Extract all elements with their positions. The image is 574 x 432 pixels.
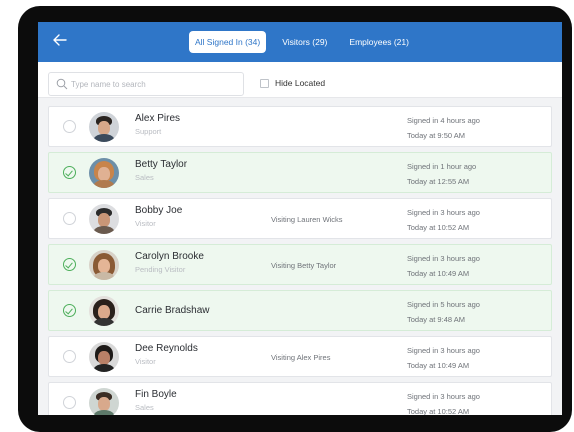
select-radio[interactable] [63,120,76,133]
person-role: Pending Visitor [135,265,186,274]
person-role: Visitor [135,357,156,366]
person-role: Sales [135,173,154,182]
tab-visitors[interactable]: Visitors (29) [276,31,333,53]
check-circle-icon[interactable] [63,258,76,271]
signed-in-time: Today at 10:52 AM [407,223,470,232]
signed-in-time: Today at 9:48 AM [407,315,465,324]
signed-in-time: Today at 10:52 AM [407,407,470,415]
app-screen: All Signed In (34) Visitors (29) Employe… [38,22,562,415]
signed-in-duration: Signed in 3 hours ago [407,254,480,263]
signed-in-duration: Signed in 3 hours ago [407,208,480,217]
signed-in-duration: Signed in 3 hours ago [407,392,480,401]
signed-in-duration: Signed in 4 hours ago [407,116,480,125]
person-name: Betty Taylor [135,159,188,170]
avatar [89,342,119,372]
tab-employees[interactable]: Employees (21) [343,31,415,53]
hide-located-toggle[interactable]: Hide Located [260,78,325,88]
avatar [89,112,119,142]
list-item[interactable]: Alex Pires Support Signed in 4 hours ago… [48,106,552,147]
person-name: Bobby Joe [135,205,183,216]
select-radio[interactable] [63,212,76,225]
tab-all-signed-in[interactable]: All Signed In (34) [189,31,267,53]
signed-in-list: Alex Pires Support Signed in 4 hours ago… [48,106,552,415]
search-input[interactable] [71,76,239,92]
search-row: Hide Located [38,62,562,98]
signed-in-time: Today at 10:49 AM [407,269,470,278]
person-name: Alex Pires [135,113,181,124]
hide-located-checkbox[interactable] [260,78,269,88]
person-name: Carolyn Brooke [135,251,204,262]
signed-in-duration: Signed in 5 hours ago [407,300,480,309]
hide-located-label: Hide Located [275,78,326,88]
top-bar: All Signed In (34) Visitors (29) Employe… [38,22,562,62]
select-radio[interactable] [63,396,76,409]
person-role: Visitor [135,219,156,228]
avatar [89,388,119,415]
signed-in-time: Today at 12:55 AM [407,177,470,186]
list-item[interactable]: Dee Reynolds Visitor Visiting Alex Pires… [48,336,552,377]
avatar [89,158,119,188]
signed-in-duration: Signed in 1 hour ago [407,162,477,171]
person-role: Support [135,127,162,136]
search-box [48,72,244,96]
signed-in-time: Today at 9:50 AM [407,131,465,140]
select-radio[interactable] [63,350,76,363]
avatar [89,204,119,234]
person-name: Dee Reynolds [135,343,198,354]
person-name: Fin Boyle [135,389,177,400]
search-icon [56,78,68,90]
list-item[interactable]: Fin Boyle Sales Signed in 3 hours ago To… [48,382,552,415]
person-role: Sales [135,403,154,412]
avatar [89,296,119,326]
person-name: Carrie Bradshaw [135,305,210,316]
visiting-note: Visiting Betty Taylor [271,261,337,270]
list-item[interactable]: Betty Taylor Sales Signed in 1 hour ago … [48,152,552,193]
list-item[interactable]: Bobby Joe Visitor Visiting Lauren Wicks … [48,198,552,239]
check-circle-icon[interactable] [63,166,76,179]
avatar [89,250,119,280]
signed-in-duration: Signed in 3 hours ago [407,346,480,355]
check-circle-icon[interactable] [63,304,76,317]
visiting-note: Visiting Alex Pires [271,353,331,362]
back-arrow-icon[interactable] [52,31,74,53]
signed-in-time: Today at 10:49 AM [407,361,470,370]
list-item[interactable]: Carrie Bradshaw Signed in 5 hours ago To… [48,290,552,331]
visiting-note: Visiting Lauren Wicks [271,215,343,224]
filter-tabs: All Signed In (34) Visitors (29) Employe… [189,31,415,53]
list-item[interactable]: Carolyn Brooke Pending Visitor Visiting … [48,244,552,285]
